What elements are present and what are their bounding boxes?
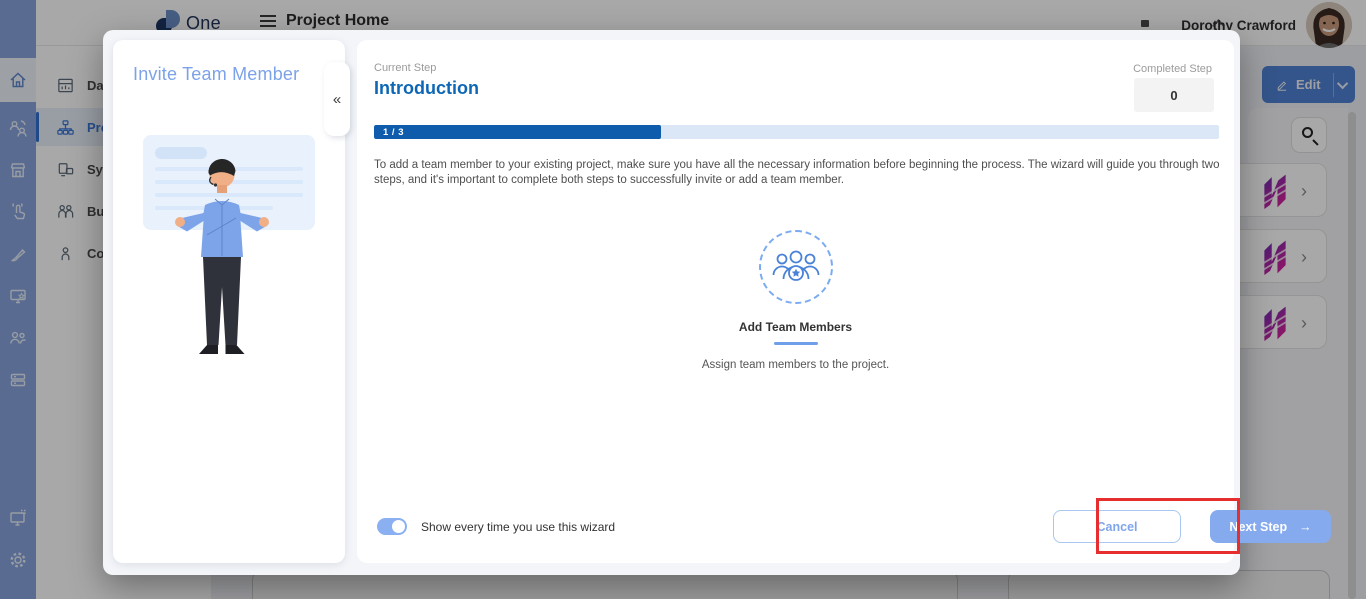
- next-step-button[interactable]: Next Step →: [1210, 510, 1331, 543]
- feature-title: Add Team Members: [357, 320, 1234, 334]
- current-step-name: Introduction: [374, 78, 479, 99]
- add-team-members-icon-circle: [759, 230, 833, 304]
- show-wizard-toggle[interactable]: [377, 518, 407, 535]
- toggle-label: Show every time you use this wizard: [421, 520, 615, 534]
- completed-step-value: 0: [1134, 78, 1214, 112]
- wizard-description: To add a team member to your existing pr…: [374, 158, 1227, 188]
- current-step-label: Current Step: [374, 62, 436, 74]
- wizard-progress-label: 1 / 3: [374, 127, 404, 138]
- team-group-icon: [772, 249, 820, 285]
- feature-block: Add Team Members Assign team members to …: [357, 230, 1234, 371]
- invite-wizard-modal: Invite Team Member: [103, 30, 1240, 575]
- feature-caption: Assign team members to the project.: [357, 359, 1234, 371]
- wizard-side-panel: Invite Team Member: [113, 40, 345, 563]
- feature-underline: [774, 342, 818, 345]
- app-root: One Project Home Dorothy Crawford: [0, 0, 1366, 599]
- cancel-button[interactable]: Cancel: [1053, 510, 1181, 543]
- chevrons-left-icon: «: [333, 91, 341, 108]
- collapse-panel-button[interactable]: «: [324, 62, 350, 136]
- toggle-knob: [392, 520, 405, 533]
- next-step-label: Next Step: [1229, 520, 1287, 534]
- arrow-right-icon: →: [1299, 520, 1312, 534]
- wizard-main-panel: Current Step Introduction Completed Step…: [357, 40, 1234, 563]
- wizard-progress-fill: 1 / 3: [374, 125, 661, 139]
- wizard-progress-bar: 1 / 3: [374, 125, 1219, 139]
- wizard-title: Invite Team Member: [133, 64, 299, 85]
- completed-step-label: Completed Step: [1133, 63, 1212, 75]
- presenter-illustration: [167, 155, 277, 365]
